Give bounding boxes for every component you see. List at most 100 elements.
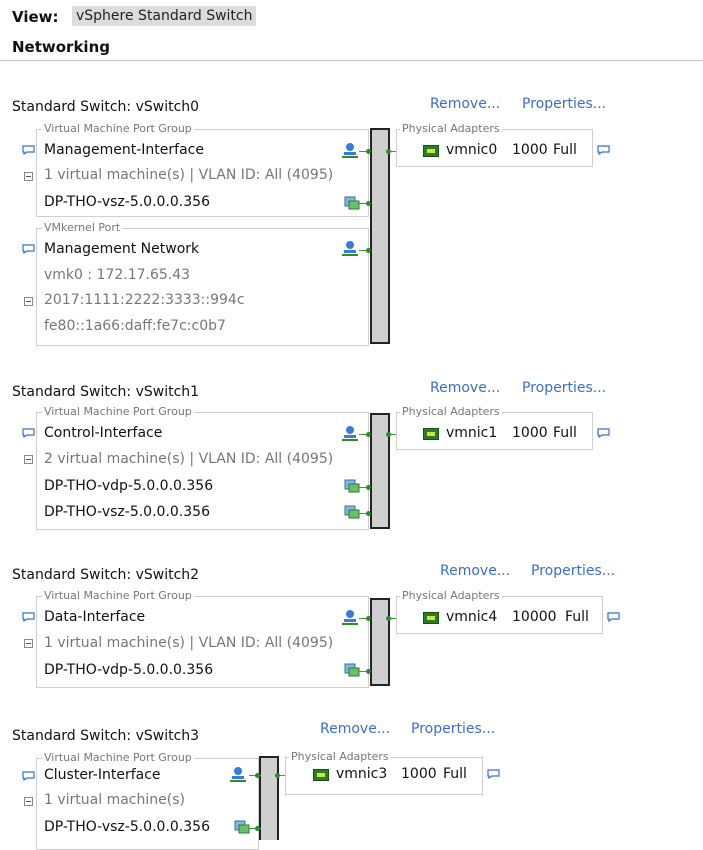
network-card-icon [313,769,329,781]
adapter-name[interactable]: vmnic3 [336,766,387,782]
connector-dot [366,511,371,516]
collapse-icon[interactable] [24,797,33,806]
connector-dot [386,149,391,154]
network-person-icon [342,241,358,256]
view-label: View: [12,8,59,26]
adapter-name[interactable]: vmnic0 [446,142,497,158]
connector-dot [255,773,260,778]
switch-title: Standard Switch: vSwitch3 [12,728,200,744]
port-group-name[interactable]: Management Network [44,241,199,257]
port-group-legend: Virtual Machine Port Group [42,751,194,764]
adapters-legend: Physical Adapters [400,405,502,418]
view-selector[interactable]: vSphere Standard Switch [72,6,257,26]
vmk-ipv6: 2017:1111:2222:3333::994c [44,292,245,308]
adapter-name[interactable]: vmnic1 [446,425,497,441]
connector-dot [386,432,391,437]
speech-bubble-icon[interactable] [597,145,610,155]
speech-bubble-icon[interactable] [597,428,610,438]
switch-bar [370,598,390,686]
network-card-icon [423,145,439,157]
connector-dot [366,248,371,253]
vmk-ipv6: fe80::1a66:daff:fe7c:c0b7 [44,318,226,334]
port-group-summary: 2 virtual machine(s) | VLAN ID: All (409… [44,451,334,467]
adapter-name[interactable]: vmnic4 [446,609,497,625]
collapse-icon[interactable] [24,297,33,306]
speech-bubble-icon[interactable] [22,428,35,438]
port-group-legend: VMkernel Port [42,221,123,234]
virtual-machine-icon [344,663,360,677]
network-person-icon [342,426,358,441]
connector-dot [366,669,371,674]
network-person-icon [230,767,246,782]
adapters-legend: Physical Adapters [400,589,502,602]
vmk-ip: vmk0 : 172.17.65.43 [44,267,191,283]
port-group-summary: 1 virtual machine(s) | VLAN ID: All (409… [44,167,334,183]
adapter-duplex: Full [443,766,467,782]
network-card-icon [423,428,439,440]
switch-title: Standard Switch: vSwitch2 [12,567,200,583]
adapter-duplex: Full [553,425,577,441]
adapters-legend: Physical Adapters [289,750,391,763]
section-title: Networking [12,38,110,56]
switch-bar [370,128,390,344]
virtual-machine-icon [344,479,360,493]
adapter-speed: 1000 [401,766,437,782]
adapter-speed: 1000 [512,142,548,158]
connector-dot [255,826,260,831]
port-group-name[interactable]: Data-Interface [44,609,145,625]
switch-title: Standard Switch: vSwitch0 [12,99,200,115]
collapse-icon[interactable] [24,639,33,648]
properties-link[interactable]: Properties... [522,380,606,396]
network-card-icon [423,612,439,624]
speech-bubble-icon[interactable] [22,771,35,781]
connector-dot [366,432,371,437]
virtual-machine-icon [344,505,360,519]
virtual-machine-icon [344,196,360,210]
network-person-icon [342,143,358,158]
vm-item[interactable]: DP-THO-vdp-5.0.0.0.356 [44,478,213,494]
port-group-name[interactable]: Control-Interface [44,425,162,441]
adapter-speed: 1000 [512,425,548,441]
collapse-icon[interactable] [24,172,33,181]
properties-link[interactable]: Properties... [411,721,495,737]
connector-dot [366,616,371,621]
speech-bubble-icon[interactable] [22,612,35,622]
properties-link[interactable]: Properties... [522,96,606,112]
connector-dot [366,485,371,490]
connector-dot [366,149,371,154]
switch-title: Standard Switch: vSwitch1 [12,384,200,400]
remove-link[interactable]: Remove... [430,96,500,112]
collapse-icon[interactable] [24,455,33,464]
connector-dot [366,201,371,206]
adapters-legend: Physical Adapters [400,122,502,135]
port-group-summary: 1 virtual machine(s) [44,792,185,808]
port-group-legend: Virtual Machine Port Group [42,589,194,602]
speech-bubble-icon[interactable] [22,244,35,254]
port-group-legend: Virtual Machine Port Group [42,405,194,418]
adapter-duplex: Full [553,142,577,158]
header-divider [0,60,703,61]
vm-item[interactable]: DP-THO-vsz-5.0.0.0.356 [44,819,210,835]
virtual-machine-icon [234,820,250,834]
speech-bubble-icon[interactable] [22,145,35,155]
speech-bubble-icon[interactable] [487,769,500,779]
port-group-summary: 1 virtual machine(s) | VLAN ID: All (409… [44,635,334,651]
adapter-speed: 10000 [512,609,557,625]
port-group-legend: Virtual Machine Port Group [42,122,194,135]
vm-item[interactable]: DP-THO-vsz-5.0.0.0.356 [44,194,210,210]
switch-bar [259,756,279,840]
remove-link[interactable]: Remove... [320,721,390,737]
connector-dot [275,773,280,778]
adapter-duplex: Full [565,609,589,625]
port-group-name[interactable]: Cluster-Interface [44,767,161,783]
port-group-name[interactable]: Management-Interface [44,142,204,158]
connector-dot [386,616,391,621]
remove-link[interactable]: Remove... [430,380,500,396]
vm-item[interactable]: DP-THO-vsz-5.0.0.0.356 [44,504,210,520]
speech-bubble-icon[interactable] [607,612,620,622]
remove-link[interactable]: Remove... [440,563,510,579]
properties-link[interactable]: Properties... [531,563,615,579]
switch-bar [370,413,390,529]
network-person-icon [342,610,358,625]
vm-item[interactable]: DP-THO-vdp-5.0.0.0.356 [44,662,213,678]
